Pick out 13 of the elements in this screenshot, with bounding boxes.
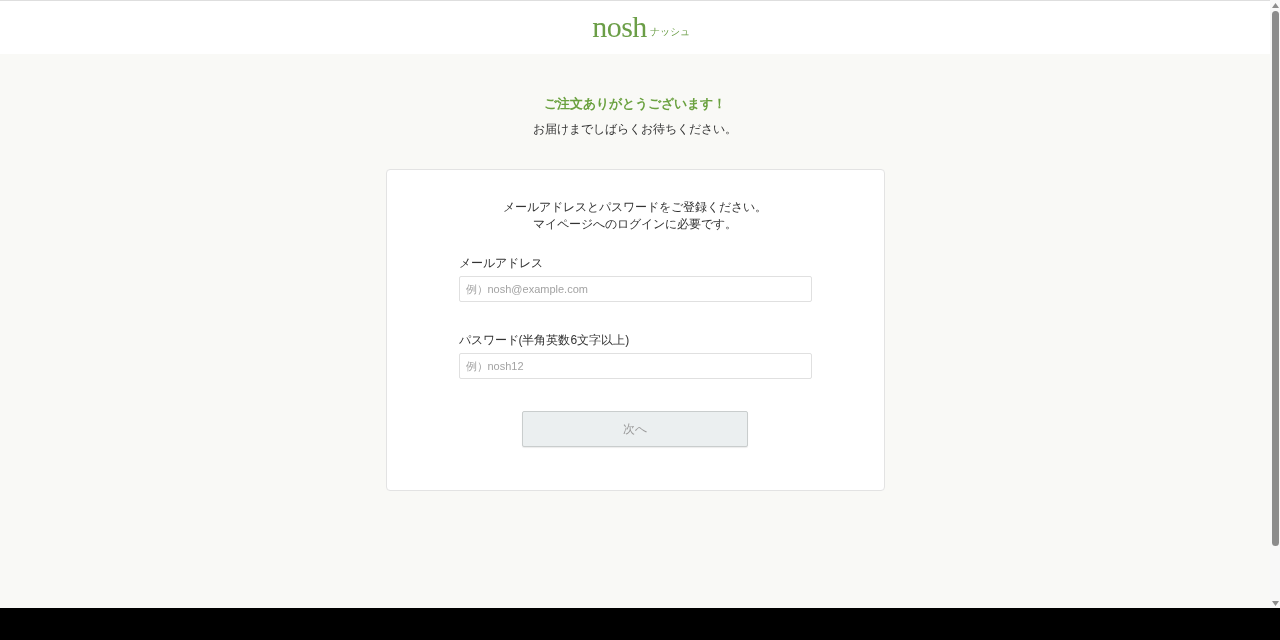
scroll-up-icon[interactable] <box>1271 3 1279 8</box>
intro-text: メールアドレスとパスワードをご登録ください。 <box>503 199 767 216</box>
input-field[interactable]: 例）nosh12 <box>458 353 812 379</box>
field-label: パスワード(半角英数6文字以上) <box>458 332 630 349</box>
intro-text: マイページへのログインに必要です。 <box>533 216 737 233</box>
thanks-message: お届けまでしばらくお待ちください。 <box>533 121 737 137</box>
thanks-heading: ご注文ありがとうございます！ <box>544 95 726 113</box>
scrollbar-thumb[interactable] <box>1271 11 1279 546</box>
field-label: メールアドレス <box>458 255 543 272</box>
logo-wordmark: nosh <box>592 11 647 42</box>
input-field[interactable]: 例）nosh@example.com <box>458 276 812 302</box>
logo-subtitle: ナッシュ <box>649 26 690 37</box>
scroll-down-icon[interactable] <box>1271 601 1279 606</box>
